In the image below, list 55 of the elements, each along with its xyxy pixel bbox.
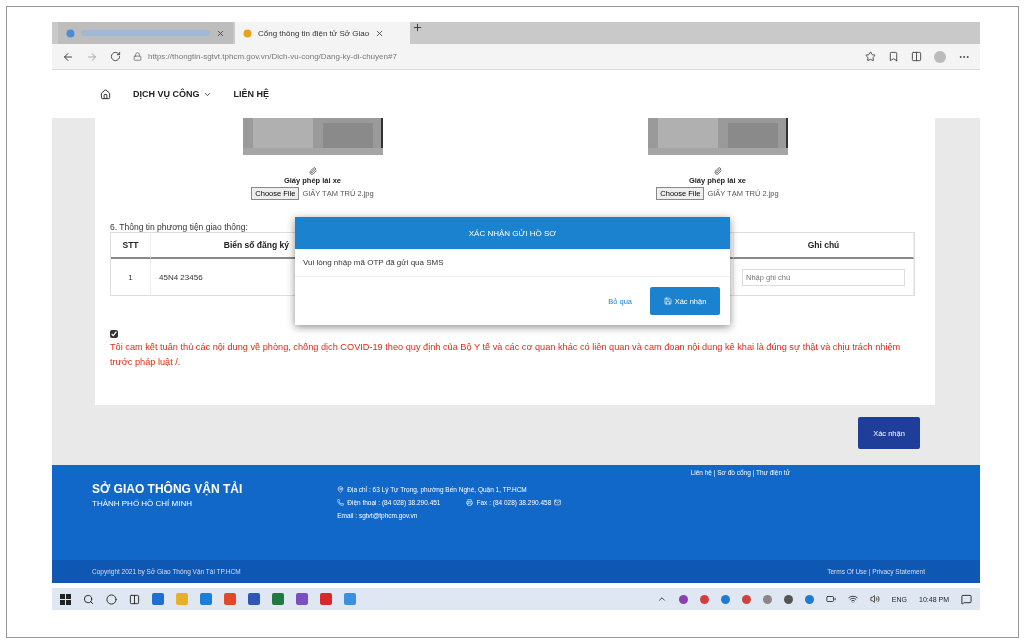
tray-icon[interactable]: [741, 594, 751, 604]
app-icon[interactable]: [152, 593, 164, 605]
favorite-icon[interactable]: [865, 51, 876, 62]
tray-icon[interactable]: [699, 594, 709, 604]
save-icon: [663, 297, 672, 305]
battery-icon[interactable]: [825, 594, 836, 604]
org-name: SỞ GIAO THÔNG VẬN TẢI: [92, 482, 243, 496]
collections-icon[interactable]: [888, 51, 899, 62]
pledge-text: Tôi cam kết tuân thủ các nội dung về phòng, chống dịch COVID-19 theo quy định của Bộ Y tế và các cơ quan khác có liên quan và cam đoan nội dung kê khai là đúng sự thật và chịu trách nhiệm trước pháp luật /.: [110, 341, 902, 369]
browser-tab[interactable]: Cổng thông tin điện tử Sở Giao: [235, 22, 410, 44]
app-icon[interactable]: [224, 593, 236, 605]
fax-icon: [466, 499, 474, 506]
lock-icon: [133, 52, 142, 61]
tray-icon[interactable]: [783, 594, 793, 604]
tab-title: Cổng thông tin điện tử Sở Giao: [258, 28, 370, 38]
app-icon[interactable]: [272, 593, 284, 605]
dialog-title: XÁC NHẬN GỬI HỒ SƠ: [295, 217, 730, 249]
tray-icon[interactable]: [804, 594, 814, 604]
reload-icon[interactable]: [110, 51, 121, 62]
close-icon[interactable]: [216, 28, 225, 38]
column-header: STT: [111, 233, 151, 259]
city-name: THÀNH PHỐ HỒ CHÍ MINH: [92, 499, 193, 508]
nav-link[interactable]: LIÊN HỆ: [233, 89, 270, 99]
mail-icon: [554, 499, 562, 506]
section-title: 6. Thông tin phương tiện giao thông:: [110, 222, 249, 232]
tray-icon[interactable]: [720, 594, 730, 604]
dialog-message: Vui lòng nhập mã OTP đã gửi qua SMS: [295, 249, 730, 277]
windows-icon[interactable]: [60, 593, 71, 605]
paperclip-icon: [308, 167, 317, 175]
tray-icon[interactable]: [762, 594, 772, 604]
tabs-icon[interactable]: [911, 51, 922, 62]
back-icon[interactable]: [62, 50, 74, 63]
close-icon[interactable]: [375, 28, 385, 38]
pledge-checkbox[interactable]: [110, 330, 118, 338]
task-view-icon[interactable]: [129, 593, 140, 605]
phone-icon: [337, 499, 345, 506]
url-text: https://thongtin-sgtvt.tphcm.gov.vn/Dich-vu-cong/Dang-ky-di-chuyen#7: [148, 52, 397, 61]
app-icon[interactable]: [296, 593, 308, 605]
volume-icon[interactable]: [869, 594, 880, 604]
wifi-icon[interactable]: [847, 594, 858, 604]
home-icon[interactable]: [100, 88, 111, 100]
tray-icon[interactable]: [678, 594, 688, 604]
new-tab-icon[interactable]: [412, 22, 423, 33]
app-icon[interactable]: [248, 593, 260, 605]
pin-icon: [337, 486, 345, 493]
notification-icon[interactable]: [961, 593, 972, 605]
chevron-up-icon[interactable]: [656, 594, 667, 604]
column-header: Ghi chú: [734, 233, 914, 259]
app-icon[interactable]: [320, 593, 332, 605]
paperclip-icon: [713, 167, 722, 175]
nav-link[interactable]: DỊCH VỤ CÔNG: [133, 89, 212, 99]
table-cell: 1: [111, 259, 151, 295]
search-icon[interactable]: [83, 593, 94, 605]
app-icon[interactable]: [200, 593, 212, 605]
circle-icon[interactable]: [106, 593, 117, 605]
